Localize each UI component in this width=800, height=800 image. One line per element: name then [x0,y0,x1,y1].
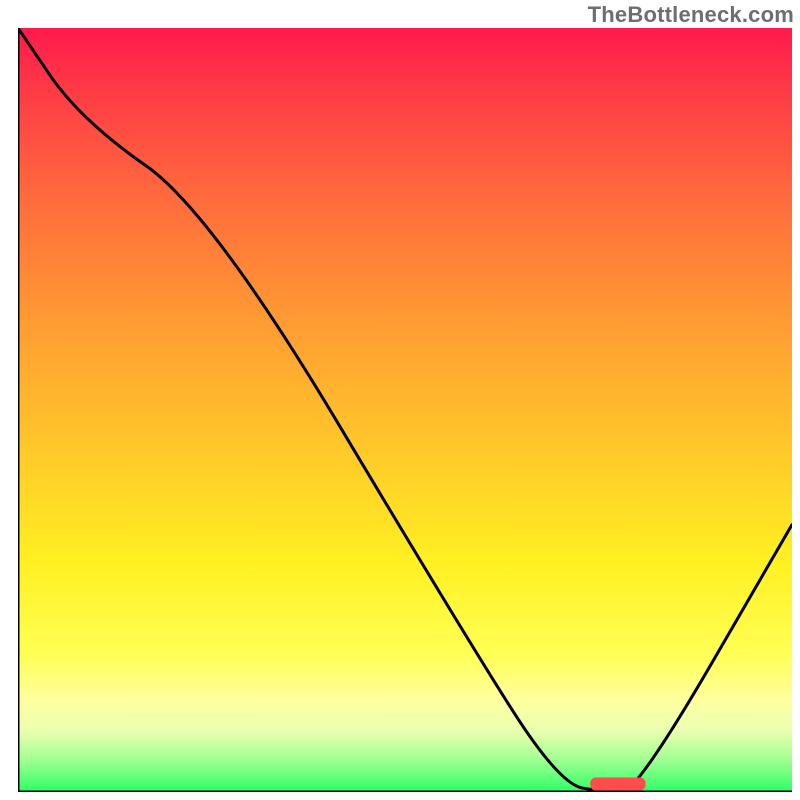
watermark-label: TheBottleneck.com [588,2,794,28]
optimal-marker [591,778,645,790]
chart-container: TheBottleneck.com [0,0,800,800]
bottleneck-curve [18,28,792,792]
plot-area [18,28,792,792]
plot-svg [18,28,792,792]
